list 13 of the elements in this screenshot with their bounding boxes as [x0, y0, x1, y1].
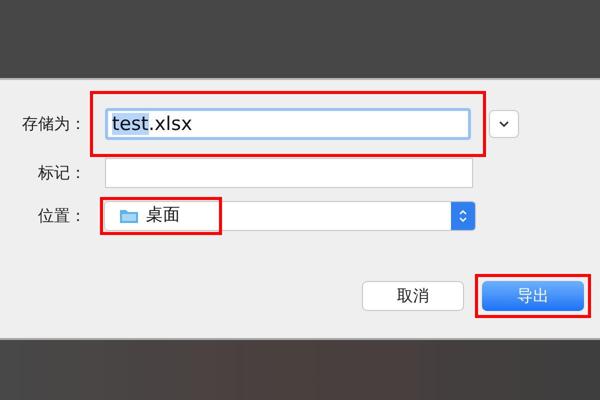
- filename-field[interactable]: test.xlsx: [105, 108, 471, 140]
- field-label: 标记：: [37, 162, 87, 184]
- expand-button[interactable]: [489, 110, 519, 138]
- folder-icon: [119, 208, 139, 224]
- cancel-button[interactable]: 取消: [362, 281, 464, 311]
- location-popup[interactable]: 桌面: [104, 201, 476, 231]
- field-label: 存储为：: [21, 113, 87, 135]
- filename-text: test.xlsx: [112, 112, 192, 137]
- field-label: 位置：: [37, 205, 87, 227]
- chevron-down-icon: [498, 120, 510, 128]
- stepper-icon: [451, 202, 475, 230]
- location-text: 桌面: [146, 204, 180, 228]
- tags-field[interactable]: [105, 158, 473, 188]
